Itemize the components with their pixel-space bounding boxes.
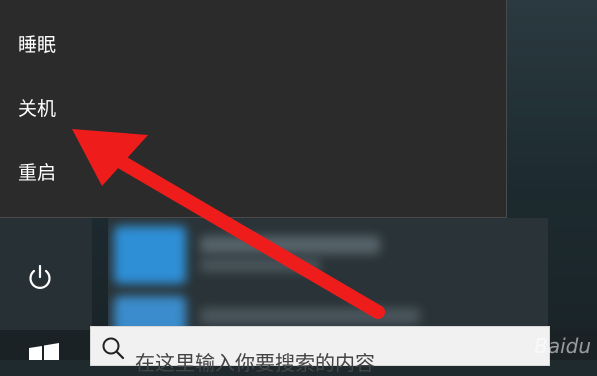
menu-item-label: 重启 [18, 161, 57, 184]
search-icon-container [91, 327, 135, 361]
search-box[interactable]: 在这里输入你要搜索的内容 [90, 326, 550, 375]
blurred-app-tile [114, 296, 186, 330]
windows-logo-icon [29, 343, 59, 360]
search-placeholder: 在这里输入你要搜索的内容 [135, 351, 375, 375]
blurred-app-label [200, 258, 320, 272]
power-icon [29, 264, 51, 289]
menu-item-restart[interactable]: 重启 [0, 143, 505, 199]
power-options-menu: 睡眠 关机 重启 [0, 0, 507, 218]
watermark: Baidu [534, 334, 591, 358]
menu-item-label: 关机 [18, 97, 57, 120]
menu-item-sleep[interactable]: 睡眠 [0, 15, 505, 71]
blurred-app-tile [114, 226, 186, 284]
blurred-app-label [200, 236, 380, 254]
power-button[interactable] [0, 248, 80, 306]
search-icon [102, 337, 125, 360]
menu-item-label: 睡眠 [18, 33, 57, 56]
blurred-app-label [200, 308, 420, 324]
taskbar: 在这里输入你要搜索的内容 Baidu [0, 326, 597, 375]
menu-item-shutdown[interactable]: 关机 [0, 79, 505, 135]
start-button[interactable] [0, 330, 88, 360]
blurred-app-list [108, 218, 548, 330]
